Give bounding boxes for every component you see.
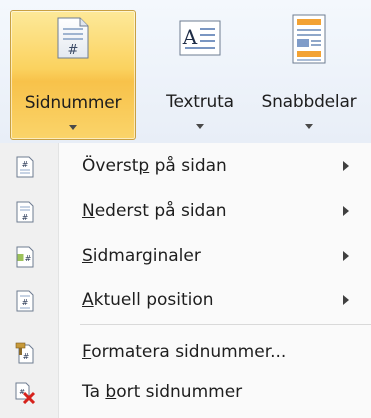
text-box-label: Textruta — [166, 92, 234, 112]
svg-text:#: # — [68, 43, 79, 58]
page-top-icon: # — [16, 156, 34, 178]
quick-parts-label: Snabbdelar — [261, 92, 357, 112]
menu-item-bottom-of-page[interactable]: # Nederst på sidan — [0, 192, 371, 232]
menu-item-label: Överstp på sidan — [82, 156, 227, 176]
menu-item-current-position[interactable]: # Aktuell position — [0, 281, 371, 321]
text-box-button[interactable]: A Textruta — [154, 10, 246, 140]
svg-text:#: # — [22, 160, 29, 169]
chevron-down-icon — [196, 124, 204, 129]
submenu-arrow-icon — [343, 251, 349, 261]
format-page-number-icon: # — [15, 342, 34, 364]
menu-item-remove-page-numbers[interactable]: # Ta bort sidnummer — [0, 373, 371, 413]
ribbon-group: # Sidnummer A Textruta Snabbdelar — [0, 0, 371, 143]
page-number-icon: # — [57, 17, 89, 59]
svg-text:#: # — [25, 254, 32, 263]
submenu-arrow-icon — [343, 161, 349, 171]
quick-parts-icon — [292, 14, 326, 64]
svg-text:A: A — [182, 25, 198, 49]
menu-item-label: Sidmarginaler — [82, 246, 201, 266]
menu-separator — [80, 324, 371, 325]
chevron-down-icon — [69, 125, 77, 130]
remove-page-number-icon: # — [15, 382, 36, 404]
chevron-down-icon — [305, 124, 313, 129]
menu-item-label: Formatera sidnummer... — [82, 342, 287, 362]
text-box-icon: A — [179, 20, 221, 56]
quick-parts-button[interactable]: Snabbdelar — [253, 10, 365, 140]
current-position-icon: # — [16, 290, 34, 312]
page-number-label: Sidnummer — [24, 93, 122, 113]
menu-item-page-margins[interactable]: # Sidmarginaler — [0, 237, 371, 277]
page-number-button[interactable]: # Sidnummer — [10, 10, 136, 140]
svg-text:#: # — [23, 352, 30, 361]
page-bottom-icon: # — [16, 201, 34, 223]
page-number-menu: # Överstp på sidan # Nederst på sidan # … — [0, 143, 371, 418]
menu-item-label: Aktuell position — [82, 290, 214, 310]
menu-item-label: Nederst på sidan — [82, 201, 227, 221]
submenu-arrow-icon — [343, 295, 349, 305]
menu-item-top-of-page[interactable]: # Överstp på sidan — [0, 147, 371, 187]
menu-item-format-page-numbers[interactable]: # Formatera sidnummer... — [0, 333, 371, 373]
svg-text:#: # — [22, 213, 29, 222]
menu-item-label: Ta bort sidnummer — [82, 382, 243, 402]
submenu-arrow-icon — [343, 206, 349, 216]
svg-text:#: # — [22, 298, 29, 307]
page-margins-icon: # — [16, 246, 34, 268]
